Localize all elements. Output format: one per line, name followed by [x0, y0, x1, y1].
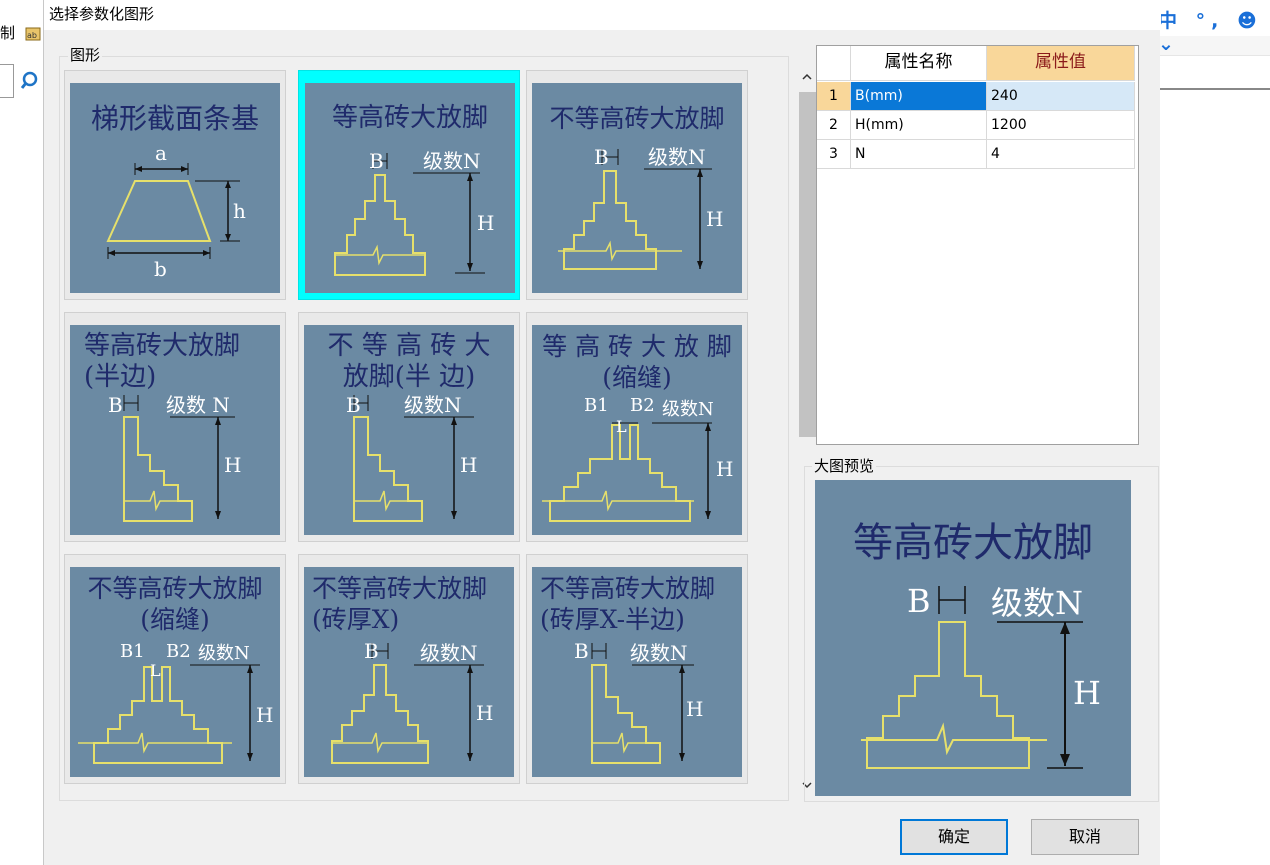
dimension-label: B [594, 145, 609, 169]
dimension-label: 级数N [404, 393, 462, 417]
tile-image: 梯形截面条基 a h b [70, 83, 280, 293]
shape-tile-step-thickness-half[interactable]: 不等高砖大放脚 (砖厚X-半边) B 级数N H [526, 554, 748, 784]
dimension-label: 级数N [662, 399, 714, 420]
half-step-diagram [591, 643, 694, 764]
dimension-label: 级数 N [166, 393, 230, 417]
step-footing-diagram [331, 643, 484, 764]
dimension-label: B1 [120, 641, 145, 662]
property-value[interactable]: 240 [987, 82, 1135, 111]
shape-tile-step-equal[interactable]: 等高砖大放脚 B 级数N H [298, 70, 520, 300]
preview-image: 等高砖大放脚 B 级数N H [815, 480, 1131, 796]
header-name: 属性名称 [851, 46, 987, 81]
step-footing-diagram [558, 149, 712, 270]
dimension-label: H [477, 211, 495, 235]
table-row[interactable]: 1 B(mm) 240 [817, 82, 1135, 111]
header-value: 属性值 [987, 46, 1135, 81]
dimension-label: 级数N [648, 145, 706, 169]
toolbar-icon[interactable]: ab [24, 22, 44, 42]
dimension-label: H [256, 703, 274, 727]
tile-image: 不等高砖大放脚 (砖厚X) B 级数N H [304, 567, 514, 777]
dimension-label: B1 [584, 395, 609, 416]
dimension-label: 级数N [198, 643, 250, 664]
half-step-diagram [123, 395, 235, 522]
menu-fragment[interactable]: 制 [0, 22, 15, 43]
preview-group-label: 大图预览 [812, 455, 877, 476]
scrollbar-thumb[interactable] [799, 92, 817, 437]
dimension-label: L [616, 417, 627, 436]
property-value[interactable]: 1200 [987, 111, 1135, 140]
shape-tile-step-half[interactable]: 等高砖大放脚 (半边) B 级数 N H [64, 312, 286, 542]
dimension-label: H [716, 457, 734, 481]
ime-status[interactable]: 中 °, ☻ ⌄ [1158, 6, 1270, 55]
shape-tile-step-half-unequal[interactable]: 不 等 高 砖 大 放脚(半 边) B 级数N H [298, 312, 520, 542]
svg-text:ab: ab [27, 31, 37, 40]
dimension-label: B2 [166, 641, 191, 662]
table-row[interactable]: 3 N 4 [817, 140, 1135, 169]
dimension-label: H [224, 453, 242, 477]
tile-image: 等 高 砖 大 放 脚 (缩缝) B1 B2 L 级数N H [532, 325, 742, 535]
tile-image: 等高砖大放脚 B 级数N H [305, 83, 515, 293]
shape-gallery: 梯形截面条基 a h b 等高砖大放脚 B 级数N H 不等高砖大放脚 B 级数… [64, 70, 774, 795]
dimension-label: L [150, 661, 161, 680]
table-header: 属性名称 属性值 [817, 46, 1135, 81]
property-table: 属性名称 属性值 1 B(mm) 240 2 H(mm) 1200 3 N 4 [816, 45, 1139, 445]
dimension-label: B [346, 393, 361, 417]
dimension-label: H [476, 701, 494, 725]
dimension-label: b [154, 257, 167, 281]
shape-tile-step-joint-unequal[interactable]: 不等高砖大放脚 (缩缝) B1 B2 L 级数N H [64, 554, 286, 784]
parametric-shape-dialog: 选择参数化图形 图形 梯形截面条基 a h b 等高砖大放脚 B 级数N H 不… [43, 0, 1161, 865]
dimension-label: B [108, 393, 123, 417]
dimension-label: B [369, 149, 384, 173]
shape-tile-step-joint[interactable]: 等 高 砖 大 放 脚 (缩缝) B1 B2 L 级数N H [526, 312, 748, 542]
property-name[interactable]: B(mm) [851, 82, 987, 111]
dialog-titlebar [44, 0, 1161, 30]
dimension-label: B [574, 639, 589, 663]
search-icon[interactable] [18, 68, 44, 94]
property-value[interactable]: 4 [987, 140, 1135, 169]
tile-image: 不等高砖大放脚 B 级数N H [532, 83, 742, 293]
row-index: 2 [817, 111, 851, 140]
property-name[interactable]: H(mm) [851, 111, 987, 140]
dimension-label: 级数N [991, 584, 1084, 622]
chevron-up-icon[interactable] [800, 70, 814, 88]
preview-diagram [861, 586, 1083, 769]
shape-tile-step-unequal[interactable]: 不等高砖大放脚 B 级数N H [526, 70, 748, 300]
dimension-label: B2 [630, 395, 655, 416]
search-input[interactable] [0, 64, 14, 98]
dimension-label: 级数N [630, 641, 688, 665]
dimension-label: a [155, 141, 167, 165]
cancel-button[interactable]: 取消 [1031, 819, 1139, 855]
tile-image: 等高砖大放脚 (半边) B 级数 N H [70, 325, 280, 535]
row-index: 1 [817, 82, 851, 111]
shape-tile-step-thickness[interactable]: 不等高砖大放脚 (砖厚X) B 级数N H [298, 554, 520, 784]
tile-image: 不等高砖大放脚 (缩缝) B1 B2 L 级数N H [70, 567, 280, 777]
joint-step-diagram [542, 422, 712, 522]
dialog-title: 选择参数化图形 [49, 3, 161, 24]
background-divider [1160, 88, 1270, 90]
property-name[interactable]: N [851, 140, 987, 169]
dimension-label: B [907, 582, 931, 620]
dimension-label: H [686, 697, 704, 721]
half-step-diagram [353, 395, 474, 522]
tile-image: 不 等 高 砖 大 放脚(半 边) B 级数N H [304, 325, 514, 535]
dimension-label: 级数N [423, 149, 481, 173]
dimension-label: B [364, 639, 379, 663]
dimension-label: H [706, 207, 724, 231]
dimension-label: 级数N [420, 641, 478, 665]
table-row[interactable]: 2 H(mm) 1200 [817, 111, 1135, 140]
shapes-group-label: 图形 [68, 44, 103, 65]
header-index-cell [817, 46, 851, 81]
tile-image: 不等高砖大放脚 (砖厚X-半边) B 级数N H [532, 567, 742, 777]
dimension-label: H [1073, 674, 1101, 712]
step-footing-diagram [334, 153, 485, 276]
trapezoid-diagram [106, 163, 240, 259]
joint-step-diagram [78, 664, 260, 764]
dimension-label: h [233, 199, 246, 223]
ok-button[interactable]: 确定 [900, 819, 1008, 855]
row-index: 3 [817, 140, 851, 169]
dimension-label: H [460, 453, 478, 477]
shape-tile-trapezoid[interactable]: 梯形截面条基 a h b [64, 70, 286, 300]
